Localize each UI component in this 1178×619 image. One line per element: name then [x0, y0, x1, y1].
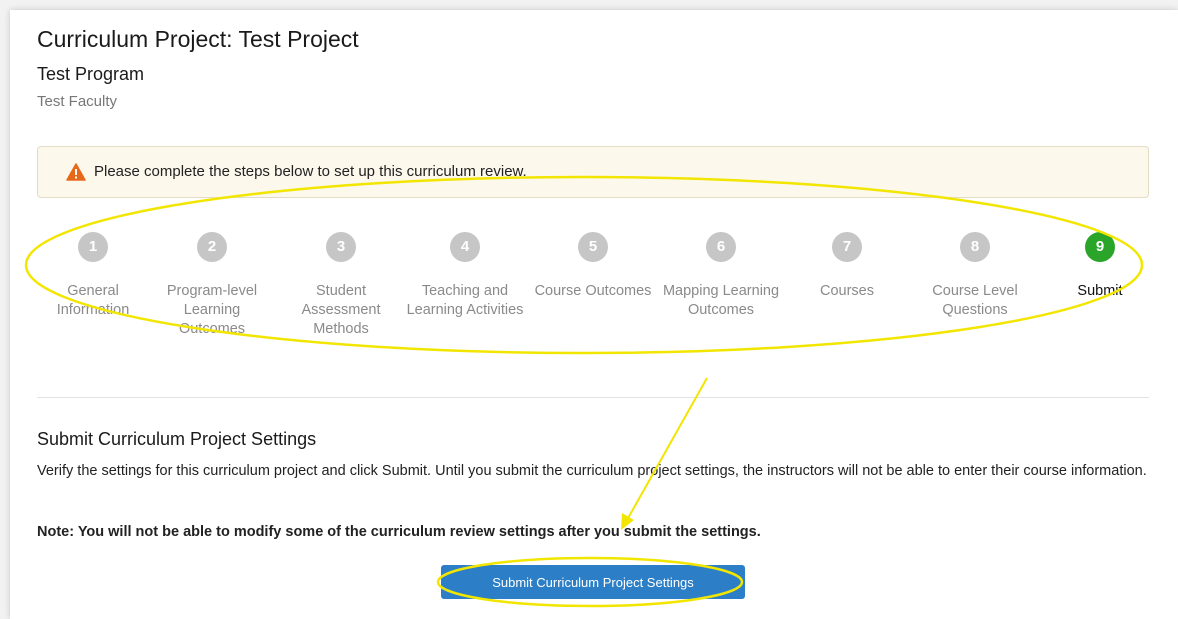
step-program-level-learning-outcomes[interactable]: 2 Program-level Learning Outcomes — [152, 232, 272, 339]
step-number: 8 — [960, 232, 990, 262]
step-label: Courses — [820, 283, 874, 299]
step-submit[interactable]: 9 Submit — [1040, 232, 1160, 301]
section-description: Verify the settings for this curriculum … — [37, 463, 1147, 479]
section-divider — [37, 397, 1149, 398]
step-label: Course Outcomes — [534, 283, 652, 299]
faculty-name: Test Faculty — [37, 93, 118, 110]
step-label: Submit — [1077, 283, 1123, 299]
step-label: Mapping Learning Outcomes — [662, 283, 780, 318]
step-label: Teaching and Learning Activities — [406, 283, 524, 318]
alert-message: Please complete the steps below to set u… — [94, 163, 527, 180]
step-label: Student Assessment Methods — [301, 283, 381, 337]
step-course-level-questions[interactable]: 8 Course Level Questions — [915, 232, 1035, 320]
step-label: General Information — [56, 283, 130, 318]
step-mapping-learning-outcomes[interactable]: 6 Mapping Learning Outcomes — [661, 232, 781, 320]
step-courses[interactable]: 7 Courses — [787, 232, 907, 301]
page-title: Curriculum Project: Test Project — [37, 26, 359, 52]
step-teaching-and-learning-activities[interactable]: 4 Teaching and Learning Activities — [405, 232, 525, 320]
step-number: 4 — [450, 232, 480, 262]
step-number: 7 — [832, 232, 862, 262]
section-title: Submit Curriculum Project Settings — [37, 429, 317, 449]
warning-icon — [66, 163, 86, 181]
step-number: 5 — [578, 232, 608, 262]
step-number: 2 — [197, 232, 227, 262]
setup-steps: 1 General Information 2 Program-level Le… — [10, 232, 1178, 382]
step-label: Course Level Questions — [932, 283, 1018, 318]
step-number: 1 — [78, 232, 108, 262]
step-number: 6 — [706, 232, 736, 262]
step-course-outcomes[interactable]: 5 Course Outcomes — [533, 232, 653, 301]
step-label: Program-level Learning Outcomes — [166, 283, 258, 337]
step-student-assessment-methods[interactable]: 3 Student Assessment Methods — [281, 232, 401, 339]
program-name: Test Program — [37, 64, 145, 84]
setup-alert: Please complete the steps below to set u… — [37, 146, 1149, 198]
submit-settings-button[interactable]: Submit Curriculum Project Settings — [441, 565, 745, 599]
settings-note: Note: You will not be able to modify som… — [37, 524, 761, 540]
curriculum-project-card: Curriculum Project: Test Project Test Pr… — [10, 10, 1178, 619]
step-number: 3 — [326, 232, 356, 262]
step-number: 9 — [1085, 232, 1115, 262]
step-general-information[interactable]: 1 General Information — [33, 232, 153, 320]
